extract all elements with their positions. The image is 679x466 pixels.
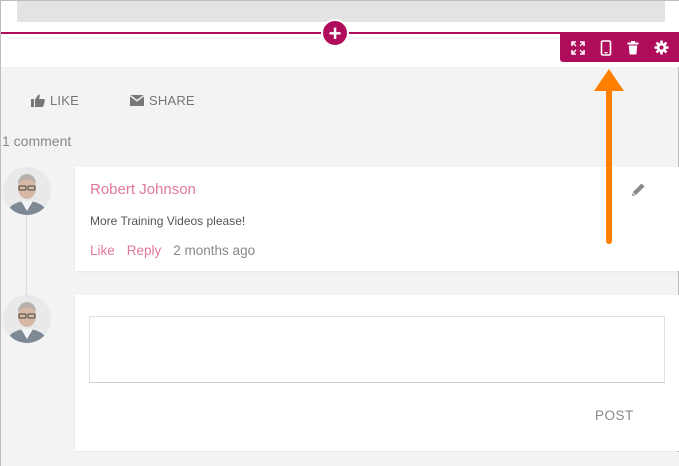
comment-card: Robert Johnson More Training Videos plea… bbox=[75, 167, 679, 271]
share-label: SHARE bbox=[149, 93, 195, 108]
comment-like-link[interactable]: Like bbox=[90, 243, 115, 258]
gear-icon bbox=[654, 40, 669, 55]
like-post-button[interactable]: LIKE bbox=[31, 93, 79, 108]
comment-text: More Training Videos please! bbox=[90, 214, 246, 228]
annotation-arrow-icon bbox=[594, 69, 624, 244]
comment-timestamp: 2 months ago bbox=[173, 243, 256, 258]
comment-author[interactable]: Robert Johnson bbox=[90, 181, 196, 198]
comment-count: 1 comment bbox=[2, 133, 72, 149]
share-post-button[interactable]: SHARE bbox=[130, 93, 195, 108]
like-label: LIKE bbox=[50, 93, 79, 108]
comment-reply-input[interactable] bbox=[89, 316, 665, 383]
user-avatar-icon bbox=[3, 167, 51, 215]
responsive-mobile-button[interactable] bbox=[595, 37, 617, 59]
mobile-icon bbox=[600, 39, 611, 56]
thread-connector-line bbox=[26, 215, 27, 295]
edit-comment-button[interactable] bbox=[631, 183, 645, 202]
bottom-spacer bbox=[1, 452, 679, 466]
post-comment-button[interactable]: POST bbox=[595, 408, 634, 423]
pencil-icon bbox=[632, 183, 645, 196]
user-avatar-icon bbox=[3, 295, 51, 343]
element-edit-toolbar bbox=[560, 33, 679, 62]
comment-reply-link[interactable]: Reply bbox=[127, 243, 162, 258]
expand-icon bbox=[571, 40, 585, 55]
comment-actions: Like Reply 2 months ago bbox=[90, 243, 255, 258]
delete-button[interactable] bbox=[622, 37, 644, 59]
expand-button[interactable] bbox=[567, 37, 589, 59]
avatar bbox=[3, 167, 51, 215]
avatar bbox=[3, 295, 51, 343]
reply-card: POST bbox=[75, 295, 679, 451]
add-section-button[interactable]: + bbox=[321, 19, 349, 47]
section-placeholder-bar bbox=[17, 1, 665, 22]
envelope-icon bbox=[130, 95, 144, 106]
trash-icon bbox=[627, 40, 639, 54]
settings-button[interactable] bbox=[650, 37, 672, 59]
thumbs-up-icon bbox=[31, 94, 45, 107]
